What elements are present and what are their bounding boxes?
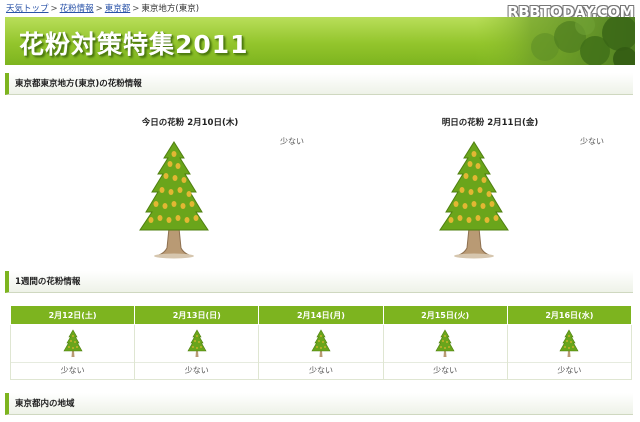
table-header-row: 2月12日(土) 2月13日(日) 2月14日(月) 2月15日(火) 2月16… [9,305,633,325]
day-level: 少ない [135,362,259,379]
cedar-tree-icon [139,141,209,259]
day-level: 少ない [507,362,631,379]
today-level: 少ない [280,137,304,146]
day-cell: 少ない [258,324,384,380]
breadcrumb: 天気トップ > 花粉情報 > 東京都 > 東京地方(東京) [6,2,199,16]
breadcrumb-separator: > [132,4,140,14]
day-header: 2月16日(水) [506,305,633,325]
cedar-tree-icon [63,329,83,357]
day-cell: 少ない [382,324,508,380]
cedar-tree-icon [439,141,509,259]
today-title: 今日の花粉 2月10日(木) [141,118,239,128]
cedar-tree-icon [435,329,455,357]
day-header: 2月13日(日) [134,305,260,325]
day-header: 2月12日(土) [9,305,136,325]
day-cell: 少ない [9,324,136,380]
day-level: 少ない [259,362,383,379]
banner-title: 花粉対策特集2011 [19,30,249,59]
cedar-tree-icon [559,329,579,357]
cedar-tree-icon [187,329,207,357]
day-level: 少ない [11,362,135,379]
breadcrumb-link-weather-top[interactable]: 天気トップ [6,4,49,14]
breadcrumb-link-pollen-info[interactable]: 花粉情報 [60,4,94,14]
day-header: 2月14日(月) [258,305,384,325]
tomorrow-pollen-panel: 明日の花粉 2月11日(金) 少ない [340,110,640,265]
day-cell: 少ない [134,324,260,380]
feature-banner: 花粉対策特集2011 [5,17,635,65]
breadcrumb-separator: > [95,4,103,14]
breadcrumb-separator: > [50,4,58,14]
breadcrumb-current: 東京地方(東京) [141,4,200,14]
breadcrumb-link-tokyo[interactable]: 東京都 [105,4,131,14]
week-section-header: 1週間の花粉情報 [5,271,633,293]
forest-image [475,17,635,65]
areas-section-header: 東京都内の地域 [5,393,633,415]
weekly-forecast-table: 2月12日(土) 2月13日(日) 2月14日(月) 2月15日(火) 2月16… [9,305,633,380]
cedar-tree-icon [311,329,331,357]
day-cell: 少ない [506,324,633,380]
today-pollen-panel: 今日の花粉 2月10日(木) 少ない [40,110,340,265]
tomorrow-title: 明日の花粉 2月11日(金) [441,118,539,128]
table-row: 少ない 少ない 少ない 少ない 少ない [9,324,633,380]
day-header: 2月15日(火) [382,305,508,325]
region-section-header: 東京都東京地方(東京)の花粉情報 [5,73,633,95]
tomorrow-level: 少ない [580,137,604,146]
day-level: 少ない [383,362,507,379]
